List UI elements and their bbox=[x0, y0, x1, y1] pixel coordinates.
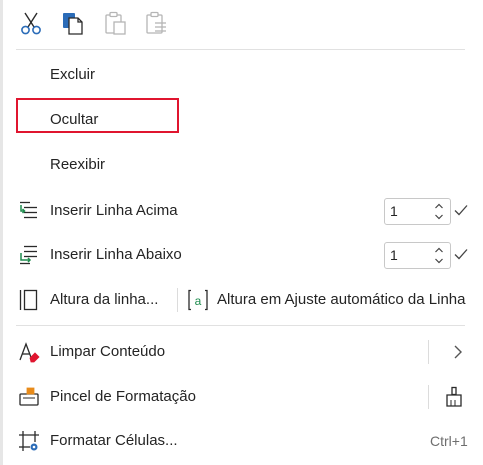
row-count-stepper-below[interactable]: 1 bbox=[384, 242, 451, 269]
menu-item-label: Altura da linha... bbox=[50, 291, 159, 308]
menu-separator bbox=[16, 325, 465, 326]
menu-item-reexibir[interactable]: Reexibir bbox=[0, 145, 483, 185]
menu-item-label: Inserir Linha Abaixo bbox=[50, 246, 182, 263]
menu-item-label: Altura em Ajuste automático da Linha bbox=[217, 291, 466, 308]
stepper-value: 1 bbox=[390, 247, 398, 263]
shortcut-text: Ctrl+1 bbox=[430, 433, 468, 449]
confirm-check-icon[interactable] bbox=[453, 202, 469, 218]
scissors-icon[interactable] bbox=[18, 10, 44, 36]
menu-item-label: Excluir bbox=[50, 66, 96, 83]
menu-item-label: Formatar Células... bbox=[50, 432, 178, 449]
highlight-box bbox=[16, 98, 179, 133]
clipboard-toolbar bbox=[0, 0, 483, 50]
autofit-row-icon: a bbox=[187, 289, 209, 311]
svg-text:a: a bbox=[195, 294, 202, 308]
clear-contents-icon bbox=[18, 341, 40, 363]
stepper-arrows-icon[interactable] bbox=[434, 245, 444, 266]
paintbrush-icon[interactable] bbox=[443, 386, 465, 408]
chevron-right-icon[interactable] bbox=[452, 344, 464, 360]
menu-item-formatar-celulas[interactable]: Formatar Células... Ctrl+1 bbox=[0, 421, 483, 461]
toolbar-separator bbox=[16, 49, 465, 50]
copy-icon[interactable] bbox=[60, 10, 86, 36]
format-cells-icon bbox=[18, 430, 40, 452]
paste-icon[interactable] bbox=[103, 10, 129, 36]
format-painter-icon bbox=[18, 386, 40, 408]
menu-item-inserir-linha-acima[interactable]: Inserir Linha Acima 1 bbox=[0, 191, 483, 231]
stepper-value: 1 bbox=[390, 203, 398, 219]
row-count-stepper-above[interactable]: 1 bbox=[384, 198, 451, 225]
menu-item-excluir[interactable]: Excluir bbox=[0, 55, 483, 95]
insert-row-above-icon bbox=[18, 200, 40, 222]
confirm-check-icon[interactable] bbox=[453, 246, 469, 262]
insert-row-below-icon bbox=[18, 244, 40, 266]
row-height-icon bbox=[18, 289, 40, 311]
menu-item-label: Pincel de Formatação bbox=[50, 388, 196, 405]
menu-item-inserir-linha-abaixo[interactable]: Inserir Linha Abaixo 1 bbox=[0, 235, 483, 275]
menu-item-label: Limpar Conteúdo bbox=[50, 343, 166, 360]
menu-item-pincel-de-formatacao[interactable]: Pincel de Formatação bbox=[0, 377, 483, 417]
menu-item-limpar-conteudo[interactable]: Limpar Conteúdo bbox=[0, 332, 483, 372]
context-menu: Excluir Ocultar Reexibir Inserir Linha A… bbox=[0, 0, 483, 465]
menu-item-label: Inserir Linha Acima bbox=[50, 202, 178, 219]
inline-separator bbox=[177, 288, 178, 312]
stepper-arrows-icon[interactable] bbox=[434, 201, 444, 222]
submenu-separator bbox=[428, 340, 429, 364]
inline-separator bbox=[428, 385, 429, 409]
paste-special-icon[interactable] bbox=[144, 10, 170, 36]
menu-item-label: Reexibir bbox=[50, 156, 106, 173]
menu-item-altura-ajuste-automatico[interactable]: a Altura em Ajuste automático da Linha bbox=[186, 280, 483, 320]
